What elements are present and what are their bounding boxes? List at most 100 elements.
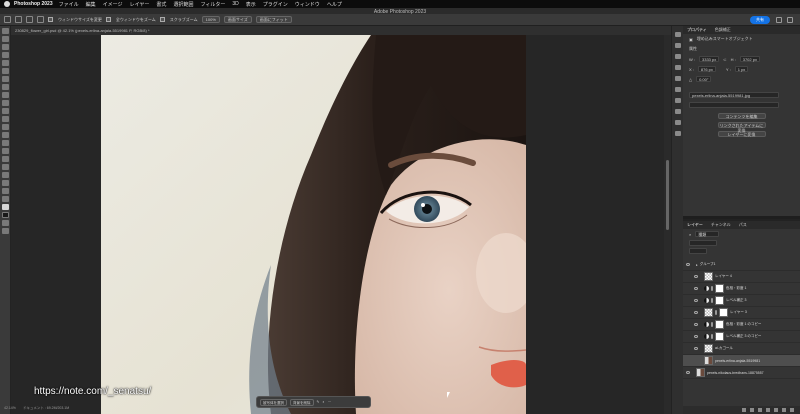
document-tab[interactable]: 230829_flower_girl.psd @ 42.1% (pexels-e… bbox=[11, 26, 671, 35]
blur-tool-icon[interactable] bbox=[1, 132, 9, 138]
eyedropper-tool-icon[interactable] bbox=[1, 76, 9, 82]
actions-icon[interactable] bbox=[674, 131, 681, 136]
brushes-icon[interactable] bbox=[674, 120, 681, 125]
zoom-tool-icon[interactable] bbox=[15, 16, 22, 23]
shape-tool-icon[interactable] bbox=[1, 172, 9, 178]
status-zoom[interactable]: 42.14% bbox=[4, 406, 16, 410]
adjust-icon[interactable]: ◐ bbox=[322, 400, 324, 404]
zoom-in-icon[interactable] bbox=[26, 16, 33, 23]
linked-filename-field[interactable]: pexels-erlina-anjala-5519981.jpg bbox=[689, 92, 779, 98]
tab-adjustments[interactable]: 色調補正 bbox=[715, 27, 731, 33]
menu-help[interactable]: ヘルプ bbox=[327, 1, 342, 8]
blend-mode-select[interactable] bbox=[689, 240, 717, 246]
x-field[interactable]: 876 px bbox=[697, 66, 716, 72]
share-button[interactable]: 共有 bbox=[750, 16, 770, 24]
eye-icon[interactable] bbox=[694, 335, 698, 338]
y-field[interactable]: 1 px bbox=[734, 66, 749, 72]
menu-3d[interactable]: 3D bbox=[232, 1, 238, 7]
eye-icon[interactable] bbox=[694, 323, 698, 326]
menu-layer[interactable]: レイヤー bbox=[130, 1, 150, 8]
paragraph-icon[interactable] bbox=[674, 98, 681, 103]
background-color-swatch[interactable] bbox=[1, 212, 9, 218]
screen-mode-icon[interactable] bbox=[1, 228, 9, 234]
tab-paths[interactable]: パス bbox=[739, 222, 747, 228]
menu-image[interactable]: イメージ bbox=[103, 1, 123, 8]
layer-row[interactable]: 色相・彩度 1 のコピー bbox=[683, 319, 800, 331]
gradient-tool-icon[interactable] bbox=[1, 124, 9, 130]
eye-icon[interactable] bbox=[694, 299, 698, 302]
lock-controls[interactable] bbox=[689, 248, 707, 254]
add-mask-icon[interactable] bbox=[758, 408, 762, 412]
trash-icon[interactable] bbox=[790, 408, 794, 412]
menu-window[interactable]: ウィンドウ bbox=[295, 1, 320, 8]
fill-screen-button[interactable]: 画面にフィット bbox=[255, 16, 292, 23]
patterns-icon[interactable] bbox=[674, 76, 681, 81]
dodge-tool-icon[interactable] bbox=[1, 140, 9, 146]
edit-contents-button[interactable]: コンテンツを編集 bbox=[717, 113, 766, 119]
more-tools-icon[interactable] bbox=[1, 196, 9, 202]
zoom-out-icon[interactable] bbox=[37, 16, 44, 23]
scrollbar-thumb[interactable] bbox=[666, 160, 669, 230]
adjustment-layer-icon[interactable] bbox=[766, 408, 770, 412]
gradients-icon[interactable] bbox=[674, 65, 681, 70]
path-select-tool-icon[interactable] bbox=[1, 164, 9, 170]
app-menu[interactable]: Photoshop 2023 bbox=[14, 1, 53, 7]
convert-layers-button[interactable]: レイヤーに変換 bbox=[717, 131, 766, 137]
clone-stamp-tool-icon[interactable] bbox=[1, 100, 9, 106]
new-layer-icon[interactable] bbox=[782, 408, 786, 412]
remove-background-button[interactable]: 背景を削除 bbox=[290, 398, 314, 406]
canvas-area[interactable] bbox=[11, 35, 671, 414]
link-icon[interactable]: ⊂ bbox=[723, 57, 726, 62]
character-icon[interactable] bbox=[674, 109, 681, 114]
h-field[interactable]: 3702 px bbox=[739, 56, 760, 62]
menu-plugins[interactable]: プラグイン bbox=[263, 1, 288, 8]
select-subject-button[interactable]: 被写体を選択 bbox=[260, 398, 287, 406]
layer-row[interactable]: レイヤー 4 bbox=[683, 271, 800, 283]
menu-filter[interactable]: フィルター bbox=[200, 1, 225, 8]
eye-icon[interactable] bbox=[694, 347, 698, 350]
lasso-tool-icon[interactable] bbox=[1, 44, 9, 50]
eye-icon[interactable] bbox=[686, 263, 690, 266]
layer-row-group[interactable]: ▸ グループ1 bbox=[683, 259, 800, 271]
angle-field[interactable]: 0.00° bbox=[696, 76, 712, 82]
eraser-tool-icon[interactable] bbox=[1, 116, 9, 122]
menu-view[interactable]: 表示 bbox=[246, 1, 256, 8]
healing-brush-tool-icon[interactable] bbox=[1, 84, 9, 90]
menu-edit[interactable]: 編集 bbox=[86, 1, 96, 8]
eye-icon[interactable] bbox=[694, 275, 698, 278]
quick-mask-icon[interactable] bbox=[1, 220, 9, 226]
eye-icon[interactable] bbox=[686, 371, 690, 374]
hand-tool-icon[interactable] bbox=[1, 180, 9, 186]
w-field[interactable]: 3333 px bbox=[699, 56, 720, 62]
eye-icon-hidden[interactable] bbox=[694, 359, 698, 362]
brush-icon[interactable]: ✎ bbox=[317, 400, 320, 404]
layer-row[interactable]: 色相・彩度 1 bbox=[683, 283, 800, 295]
fx-icon[interactable] bbox=[750, 408, 754, 412]
zoom-all-checkbox[interactable] bbox=[105, 17, 111, 22]
layer-row[interactable]: レベル補正 3 bbox=[683, 295, 800, 307]
layer-row[interactable]: レイヤー 3 bbox=[683, 307, 800, 319]
tab-layers[interactable]: レイヤー bbox=[687, 222, 703, 228]
scrubby-zoom-checkbox[interactable] bbox=[159, 17, 165, 22]
history-icon[interactable] bbox=[674, 32, 681, 37]
layer-row[interactable]: レベル補正 3 のコピー bbox=[683, 331, 800, 343]
resize-windows-checkbox[interactable] bbox=[48, 17, 53, 22]
link-layers-icon[interactable] bbox=[742, 408, 746, 412]
swatches-icon[interactable] bbox=[674, 54, 681, 59]
history-brush-tool-icon[interactable] bbox=[1, 108, 9, 114]
search-icon[interactable] bbox=[776, 17, 782, 23]
menu-select[interactable]: 選択範囲 bbox=[173, 1, 193, 8]
layer-row-selected[interactable]: pexels-erlina-anjala-5519981 bbox=[683, 355, 800, 367]
vertical-scrollbar[interactable] bbox=[664, 35, 671, 414]
move-tool-icon[interactable] bbox=[1, 28, 9, 34]
pen-tool-icon[interactable] bbox=[1, 148, 9, 154]
marquee-tool-icon[interactable] bbox=[1, 36, 9, 42]
frame-tool-icon[interactable] bbox=[1, 68, 9, 74]
eye-icon[interactable] bbox=[694, 287, 698, 290]
zoom-100-button[interactable]: 100% bbox=[201, 16, 220, 23]
layer-row[interactable]: ai-カゴール bbox=[683, 343, 800, 355]
apple-icon[interactable] bbox=[4, 1, 10, 7]
fit-screen-button[interactable]: 画面サイズ bbox=[223, 16, 252, 23]
zoom-tool-icon[interactable] bbox=[1, 188, 9, 194]
more-icon[interactable]: ⋯ bbox=[328, 400, 332, 404]
